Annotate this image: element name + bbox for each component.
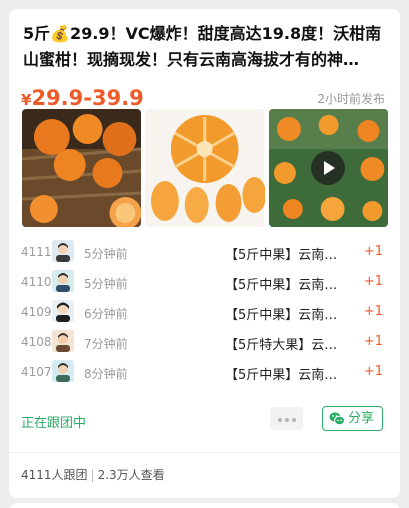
order-quantity: +1 (363, 244, 383, 259)
currency-symbol: ¥ (21, 91, 32, 109)
avatar (52, 240, 74, 262)
order-number: 4109 (21, 305, 52, 319)
order-quantity: +1 (363, 364, 383, 379)
order-number: 4107 (21, 365, 52, 379)
order-quantity: +1 (363, 334, 383, 349)
order-product: 【5斤特大果】云… (225, 338, 338, 353)
oranges-basket-photo[interactable] (22, 109, 142, 227)
order-list: 4111 5分钟前 【5斤中果】云南… +1 4110 5分钟前 【5斤中果】云… (9, 237, 400, 387)
order-row[interactable]: 4109 6分钟前 【5斤中果】云南… +1 (9, 297, 400, 327)
order-product: 【5斤中果】云南… (225, 278, 338, 293)
avatar (52, 300, 74, 322)
posted-time: 2小时前发布 (317, 92, 385, 106)
followers-count: 4111人跟团 (21, 468, 88, 482)
photo-gallery (22, 109, 388, 227)
order-number: 4108 (21, 335, 52, 349)
avatar (52, 270, 74, 292)
wechat-icon (329, 412, 345, 426)
order-row[interactable]: 4110 5分钟前 【5斤中果】云南… +1 (9, 267, 400, 297)
order-row[interactable]: 4108 7分钟前 【5斤特大果】云… +1 (9, 327, 400, 357)
share-button[interactable]: 分享 (322, 406, 383, 431)
order-product: 【5斤中果】云南… (225, 248, 338, 263)
orchard-video-thumbnail[interactable] (268, 109, 388, 227)
order-quantity: +1 (363, 304, 383, 319)
order-time: 5分钟前 (84, 247, 128, 261)
share-label: 分享 (348, 411, 375, 426)
order-product: 【5斤中果】云南… (225, 368, 338, 383)
avatar (52, 330, 74, 352)
more-options-button[interactable] (270, 407, 303, 430)
order-time: 7分钟前 (84, 337, 128, 351)
post-title[interactable]: 5斤💰29.9！VC爆炸！甜度高达19.8度！沃柑南山蜜柑！现摘现发！只有云南高… (23, 21, 385, 73)
order-row[interactable]: 4111 5分钟前 【5斤中果】云南… +1 (9, 237, 400, 267)
more-dots-icon (277, 418, 282, 422)
divider (9, 452, 400, 453)
order-number: 4111 (21, 245, 52, 259)
peeled-mandarin-image (145, 109, 265, 227)
views-count: 2.3万人查看 (97, 468, 165, 482)
peeled-mandarin-photo[interactable] (145, 109, 265, 227)
group-status-text: 正在跟团中 (21, 416, 87, 431)
avatar (52, 360, 74, 382)
order-time: 8分钟前 (84, 367, 128, 381)
stats-footer: 4111人跟团 | 2.3万人查看 (21, 468, 165, 482)
order-time: 6分钟前 (84, 307, 128, 321)
price-value: 29.9-39.9 (31, 86, 144, 110)
order-time: 5分钟前 (84, 277, 128, 291)
oranges-basket-image (22, 109, 142, 227)
next-card-edge (9, 503, 400, 508)
order-product: 【5斤中果】云南… (225, 308, 338, 323)
order-row[interactable]: 4107 8分钟前 【5斤中果】云南… +1 (9, 357, 400, 387)
group-buy-card[interactable]: 5斤💰29.9！VC爆炸！甜度高达19.8度！沃柑南山蜜柑！现摘现发！只有云南高… (9, 9, 400, 498)
order-number: 4110 (21, 275, 52, 289)
order-quantity: +1 (363, 274, 383, 289)
